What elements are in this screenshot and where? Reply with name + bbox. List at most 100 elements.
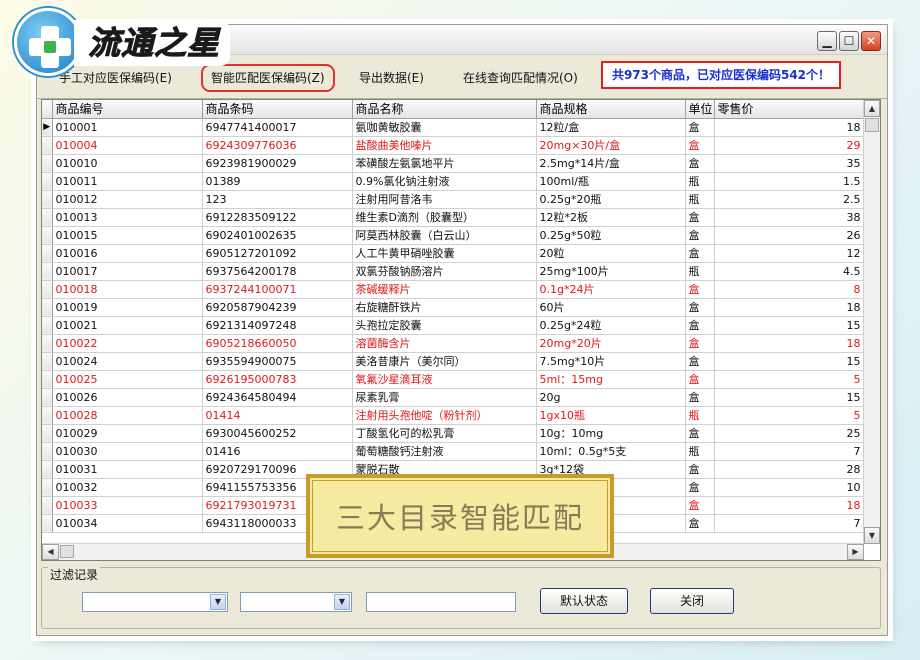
cell-unit: 盒: [685, 154, 715, 173]
row-selector[interactable]: [42, 262, 53, 281]
cell-barcode: 6947741400017: [202, 118, 353, 137]
row-selector[interactable]: [42, 388, 53, 407]
column-header-name[interactable]: 商品名称: [352, 100, 537, 119]
table-row[interactable]: 010011 01389 0.9%氯化钠注射液 100ml/瓶瓶 1.5: [42, 172, 865, 191]
filter-text-input[interactable]: [366, 592, 516, 612]
cell-name: 注射用头孢他啶（粉针剂）: [352, 406, 537, 425]
column-header-price[interactable]: 零售价: [714, 100, 865, 119]
row-selector[interactable]: [42, 496, 53, 515]
cell-unit: 盒: [685, 460, 715, 479]
column-header-unit[interactable]: 单位: [685, 100, 715, 119]
table-row[interactable]: 010019 6920587904239 右旋糖酐铁片 60片盒 18: [42, 298, 865, 317]
row-selector[interactable]: [42, 136, 53, 155]
cell-price: 25: [714, 424, 865, 443]
row-selector[interactable]: [42, 172, 53, 191]
cell-name: 美洛昔康片（美尔同）: [352, 352, 537, 371]
cell-spec: 20mg×30片/盒: [536, 136, 686, 155]
filter-combo-2[interactable]: ▼: [240, 592, 352, 612]
table-row[interactable]: 010010 6923981900029 苯磺酸左氨氯地平片 2.5mg*14片/盒盒…: [42, 154, 865, 173]
row-selector[interactable]: [42, 442, 53, 461]
row-selector[interactable]: [42, 316, 53, 335]
column-header-code[interactable]: 商品编号: [52, 100, 203, 119]
table-row[interactable]: 010026 6924364580494 尿素乳膏 20g 盒 15: [42, 388, 865, 407]
row-selector[interactable]: [42, 244, 53, 263]
table-row[interactable]: 010013 6912283509122 维生素D滴剂（胶囊型） 12粒*2板盒 38: [42, 208, 865, 227]
table-row[interactable]: 010021 6921314097248 头孢拉定胶囊 0.25g*24粒盒 15: [42, 316, 865, 335]
cell-barcode: 6923981900029: [202, 154, 353, 173]
table-row[interactable]: 010017 6937564200178 双氯芬酸钠肠溶片 25mg*100片瓶 4.5: [42, 262, 865, 281]
cell-spec: 12粒/盒: [536, 118, 686, 137]
cell-price: 35: [714, 154, 865, 173]
cell-price: 18: [714, 496, 865, 515]
table-row[interactable]: ▶ 010001 6947741400017 氨咖黄敏胶囊 12粒/盒盒 18: [42, 118, 865, 137]
table-row[interactable]: 010025 6926195000783 氧氟沙星滴耳液 5ml：15mg 盒 5: [42, 370, 865, 389]
row-selector[interactable]: [42, 460, 53, 479]
row-selector[interactable]: [42, 190, 53, 209]
row-selector[interactable]: [42, 154, 53, 173]
cell-price: 15: [714, 316, 865, 335]
cell-unit: 盒: [685, 334, 715, 353]
cell-spec: 0.25g*50粒: [536, 226, 686, 245]
logo-text: 流通之星: [74, 20, 231, 66]
row-selector[interactable]: [42, 406, 53, 425]
cell-price: 4.5: [714, 262, 865, 281]
cell-code: 010021: [52, 316, 203, 335]
table-row[interactable]: 010016 6905127201092 人工牛黄甲硝唑胶囊 20粒盒 12: [42, 244, 865, 263]
vertical-scrollbar[interactable]: ▲ ▼: [863, 100, 880, 544]
table-row[interactable]: 010029 6930045600252 丁酸氢化可的松乳膏 10g：10mg 盒 25: [42, 424, 865, 443]
scroll-left-arrow-icon[interactable]: ◀: [42, 544, 59, 560]
chevron-down-icon[interactable]: ▼: [334, 594, 350, 610]
horizontal-scroll-thumb[interactable]: [60, 545, 74, 558]
maximize-button[interactable]: ☐: [839, 31, 859, 51]
cell-spec: 100ml/瓶: [536, 172, 686, 191]
default-state-button[interactable]: 默认状态: [540, 588, 628, 614]
online-query-button[interactable]: 在线查询匹配情况(O): [463, 67, 578, 89]
cell-barcode: 6920587904239: [202, 298, 353, 317]
current-row-indicator-icon[interactable]: ▶: [42, 118, 53, 137]
cell-code: 010032: [52, 478, 203, 497]
row-selector[interactable]: [42, 424, 53, 443]
cell-price: 28: [714, 460, 865, 479]
close-button[interactable]: ✕: [861, 31, 881, 51]
filter-label: 过滤记录: [48, 566, 101, 583]
cell-code: 010024: [52, 352, 203, 371]
table-row[interactable]: 010015 6902401002635 阿莫西林胶囊（白云山） 0.25g*50粒盒…: [42, 226, 865, 245]
cell-spec: 25mg*100片: [536, 262, 686, 281]
close-form-button[interactable]: 关闭: [650, 588, 734, 614]
cell-spec: 10ml：0.5g*5支: [536, 442, 686, 461]
cell-barcode: 6926195000783: [202, 370, 353, 389]
row-selector[interactable]: [42, 280, 53, 299]
vertical-scroll-thumb[interactable]: [865, 118, 879, 132]
column-header-barcode[interactable]: 商品条码: [202, 100, 353, 119]
cell-unit: 瓶: [685, 406, 715, 425]
row-selector[interactable]: [42, 370, 53, 389]
scroll-right-arrow-icon[interactable]: ▶: [847, 544, 864, 560]
row-selector[interactable]: [42, 478, 53, 497]
cell-name: 0.9%氯化钠注射液: [352, 172, 537, 191]
cell-barcode: 6935594900075: [202, 352, 353, 371]
export-button[interactable]: 导出数据(E): [359, 67, 424, 89]
row-selector[interactable]: [42, 514, 53, 533]
table-row[interactable]: 010022 6905218660050 溶菌酶含片 20mg*20片盒 18: [42, 334, 865, 353]
minimize-button[interactable]: ▁: [817, 31, 837, 51]
cell-spec: 7.5mg*10片: [536, 352, 686, 371]
table-row[interactable]: 010028 01414 注射用头孢他啶（粉针剂） 1gx10瓶瓶 5: [42, 406, 865, 425]
filter-combo-1[interactable]: ▼: [82, 592, 228, 612]
table-row[interactable]: 010018 6937244100071 茶碱缓释片 0.1g*24片盒 8: [42, 280, 865, 299]
row-selector[interactable]: [42, 352, 53, 371]
table-row[interactable]: 010012 123 注射用阿昔洛韦 0.25g*20瓶瓶 2.5: [42, 190, 865, 209]
row-selector[interactable]: [42, 208, 53, 227]
cell-unit: 瓶: [685, 190, 715, 209]
table-row[interactable]: 010024 6935594900075 美洛昔康片（美尔同） 7.5mg*10片盒 1…: [42, 352, 865, 371]
row-selector[interactable]: [42, 298, 53, 317]
table-row[interactable]: 010030 01416 葡萄糖酸钙注射液 10ml：0.5g*5支瓶 7: [42, 442, 865, 461]
table-row[interactable]: 010004 6924309776036 盐酸曲美他嗪片 20mg×30片/盒盒 29: [42, 136, 865, 155]
scroll-down-arrow-icon[interactable]: ▼: [864, 527, 880, 544]
cell-name: 氨咖黄敏胶囊: [352, 118, 537, 137]
cell-barcode: 6905218660050: [202, 334, 353, 353]
scroll-up-arrow-icon[interactable]: ▲: [864, 100, 880, 117]
column-header-spec[interactable]: 商品规格: [536, 100, 686, 119]
chevron-down-icon[interactable]: ▼: [210, 594, 226, 610]
row-selector[interactable]: [42, 334, 53, 353]
row-selector[interactable]: [42, 226, 53, 245]
